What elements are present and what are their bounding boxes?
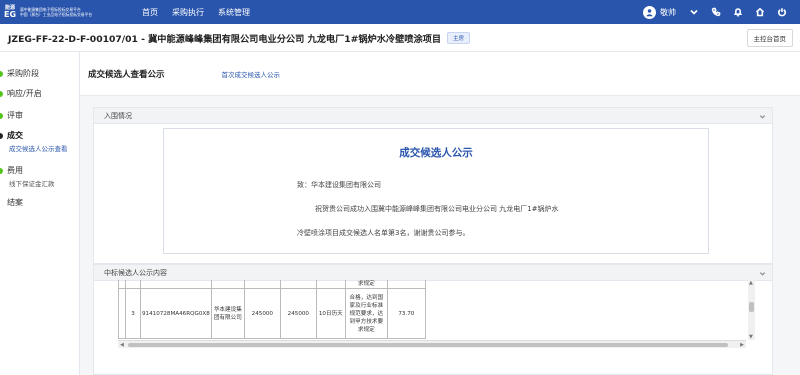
table-cell-requirement: 合格，达到国家及行业标准规范要求，达到甲方技术要求规定 <box>344 288 388 339</box>
candidate-table: 求规定 3 91410728MA46RQG0X8 华本建设集团有限公司 2450… <box>118 280 426 339</box>
notice-body-line1: 祝贺贵公司成功入围冀中能源峰峰集团有限公司电业分公司 九龙电厂1#锅炉水 <box>315 205 559 213</box>
table-cell-company: 华本建设集团有限公司 <box>210 288 245 339</box>
scroll-right-icon[interactable]: ▶ <box>740 342 744 348</box>
nav-system-management[interactable]: 系统管理 <box>218 7 250 18</box>
user-area: 敬帅 <box>643 4 800 20</box>
sidebar-step-fees[interactable]: 费用 <box>0 164 80 178</box>
scrollbar-thumb[interactable] <box>128 343 728 347</box>
sidebar-step-review[interactable]: 评审 <box>0 109 80 123</box>
table-row: 3 91410728MA46RQG0X8 华本建设集团有限公司 245000 2… <box>118 288 426 339</box>
top-nav-bar: 能源 EG 冀中能源集团电子招标投标交易平台 中国（邢台）工业品电子招标投标交易… <box>0 0 800 24</box>
step-done-dot <box>0 91 3 97</box>
table-row: 求规定 <box>118 280 426 289</box>
home-icon[interactable] <box>752 4 768 20</box>
table-horizontal-scrollbar[interactable]: ◀ ▶ <box>118 340 746 348</box>
sidebar-sub-offline-deposit[interactable]: 线下保证金汇款 <box>0 178 80 190</box>
notice-body-line2: 冷壁喷涂项目成交候选人名单第3名，谢谢贵公司参与。 <box>297 229 470 237</box>
nav-procurement-execution[interactable]: 采购执行 <box>172 7 204 18</box>
project-tag: 主房 <box>447 31 471 44</box>
candidate-content-panel: 中标候选人公示内容 求规定 3 91410728MA46RQG0X8 华本建设集… <box>93 264 773 375</box>
table-cell-price: 245000 <box>279 288 317 339</box>
page-tabs: 成交候选人查看公示 首次成交候选人公示 <box>80 52 800 96</box>
step-done-dot <box>0 113 3 119</box>
table-cell-price: 245000 <box>243 288 281 339</box>
chevron-down-icon[interactable] <box>759 113 766 120</box>
scrollbar-thumb[interactable] <box>749 302 754 312</box>
logo-mark: 能源 EG <box>3 5 17 19</box>
username[interactable]: 敬帅 <box>660 7 676 18</box>
sidebar-step-procurement[interactable]: 采购阶段 <box>0 67 80 81</box>
table-cell-score: 73.70 <box>386 288 426 339</box>
table-vertical-scrollbar[interactable]: ▲ ▼ <box>748 280 755 340</box>
first-candidate-notice-link[interactable]: 首次成交候选人公示 <box>222 69 281 79</box>
scroll-left-icon[interactable]: ◀ <box>120 342 124 348</box>
platform-logo[interactable]: 能源 EG 冀中能源集团电子招标投标交易平台 中国（邢台）工业品电子招标投标交易… <box>0 5 118 19</box>
scroll-up-icon[interactable]: ▲ <box>749 280 753 286</box>
main-content: 成交候选人查看公示 首次成交候选人公示 入围情况 成交候选人公示 致：华本建设集… <box>80 52 800 375</box>
logo-text: 冀中能源集团电子招标投标交易平台 中国（邢台）工业品电子招标投标交易平台 <box>20 7 93 17</box>
user-avatar-icon[interactable] <box>643 5 656 19</box>
notice-letter: 成交候选人公示 致：华本建设集团有限公司 祝贺贵公司成功入围冀中能源峰峰集团有限… <box>163 128 709 254</box>
table-cell: 求规定 <box>344 280 388 289</box>
project-title: JZEG-FF-22-D-F-00107/01 - 冀中能源峰峰集团有限公司电业… <box>8 33 442 45</box>
phone-icon[interactable] <box>708 4 724 20</box>
table-cell-credit-code: 91410728MA46RQG0X8 <box>140 288 212 339</box>
shortlist-panel: 入围情况 成交候选人公示 致：华本建设集团有限公司 祝贺贵公司成功入围冀中能源峰… <box>93 107 773 264</box>
scroll-down-icon[interactable]: ▼ <box>749 334 753 340</box>
step-done-dot <box>0 71 3 77</box>
sidebar-step-response-opening[interactable]: 响应/开启 <box>0 87 80 101</box>
step-done-dot <box>0 168 3 174</box>
notice-recipient: 致：华本建设集团有限公司 <box>297 181 381 189</box>
project-bar: JZEG-FF-22-D-F-00107/01 - 冀中能源峰峰集团有限公司电业… <box>0 24 800 52</box>
bell-icon[interactable] <box>730 4 746 20</box>
stage-sidebar: 采购阶段 响应/开启 评审 成交 成交候选人公示查看 费用 线下保证金汇款 结案 <box>0 52 80 375</box>
step-active-dot <box>0 133 3 139</box>
chevron-down-icon[interactable] <box>759 270 766 277</box>
sidebar-step-closing[interactable]: 结案 <box>0 196 80 210</box>
shortlist-panel-header[interactable]: 入围情况 <box>94 108 772 124</box>
main-nav: 首页 采购执行 系统管理 <box>142 7 264 18</box>
table-cell-index: 3 <box>125 288 141 339</box>
power-icon[interactable] <box>774 4 790 20</box>
chevron-down-icon[interactable] <box>686 4 702 20</box>
sidebar-sub-candidate-notice[interactable]: 成交候选人公示查看 <box>0 143 80 155</box>
nav-home[interactable]: 首页 <box>142 7 158 18</box>
page-title: 成交候选人查看公示 <box>88 69 165 80</box>
sidebar-step-deal[interactable]: 成交 <box>0 129 80 143</box>
notice-title: 成交候选人公示 <box>399 147 473 159</box>
candidate-content-header[interactable]: 中标候选人公示内容 <box>94 265 772 281</box>
table-cell-period: 10日历天 <box>315 288 346 339</box>
console-home-button[interactable]: 主控台首页 <box>746 28 793 47</box>
